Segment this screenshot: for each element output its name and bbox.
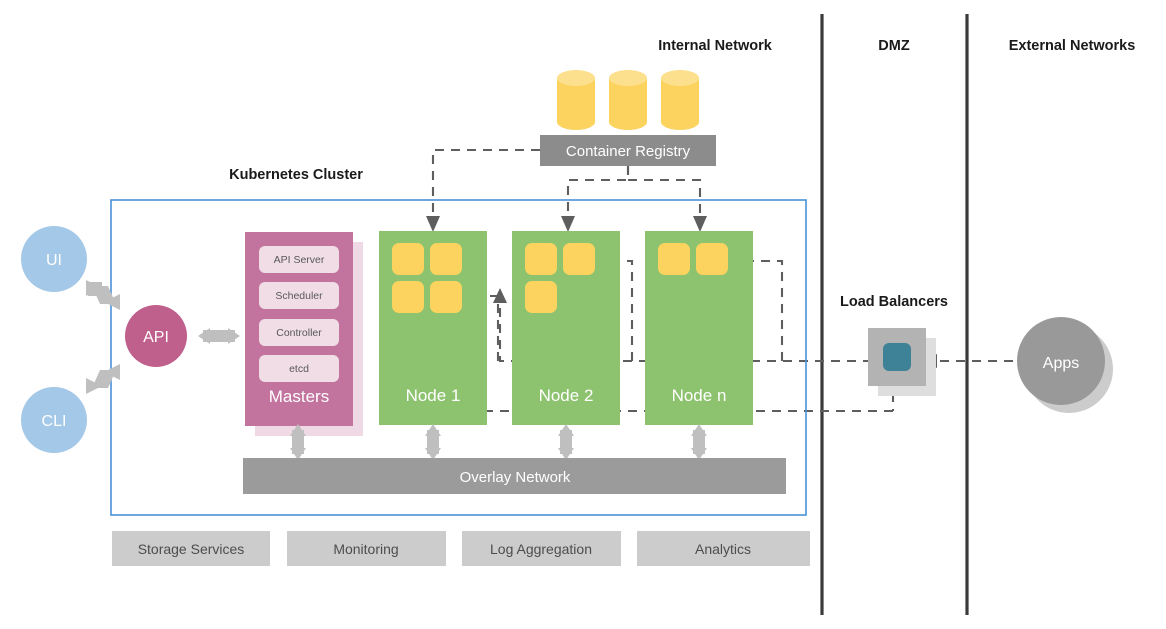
arrow-node1-overlay — [425, 424, 441, 460]
arrow-node2-overlay — [558, 424, 574, 460]
pod[interactable] — [392, 281, 424, 313]
arrow-noden-overlay — [691, 424, 707, 460]
arrowhead-registry-node1 — [426, 216, 440, 232]
registry-cylinder — [557, 70, 595, 130]
load-balancer-inner-icon — [883, 343, 911, 371]
pod[interactable] — [525, 243, 557, 275]
apps-label: Apps — [1043, 355, 1079, 372]
client-label-cli: CLI — [42, 413, 67, 430]
platform-service-label-monitoring: Monitoring — [333, 541, 398, 557]
node-1[interactable]: Node 1 — [379, 231, 487, 425]
node-2-label: Node 2 — [539, 386, 594, 405]
registry-cylinder — [609, 70, 647, 130]
masters-component-label-etcd: etcd — [289, 363, 309, 375]
overlay-network-label: Overlay Network — [460, 469, 571, 486]
pod[interactable] — [430, 281, 462, 313]
masters-label: Masters — [269, 387, 329, 406]
flow-registry-to-node2 — [566, 166, 630, 218]
arrowhead-registry-node2 — [561, 216, 575, 232]
zone-label-internal-network: Internal Network — [658, 38, 773, 54]
masters-component-label-scheduler: Scheduler — [275, 290, 323, 302]
registry-cylinder — [661, 70, 699, 130]
kubernetes-cluster-label: Kubernetes Cluster — [229, 167, 363, 183]
api-label: API — [143, 329, 169, 346]
platform-service-label-storage-services: Storage Services — [138, 541, 245, 557]
pod[interactable] — [525, 281, 557, 313]
masters-component-label-api-server: API Server — [274, 254, 325, 266]
registry-cylinder-group — [557, 70, 699, 130]
pod[interactable] — [696, 243, 728, 275]
client-label-ui: UI — [46, 252, 62, 269]
platform-service-label-analytics: Analytics — [695, 541, 751, 557]
arrow-ui-api — [86, 280, 120, 310]
platform-service-label-log-aggregation: Log Aggregation — [490, 541, 592, 557]
arrowhead-registry-noden — [693, 216, 707, 232]
container-registry-label: Container Registry — [566, 143, 691, 160]
zone-label-dmz: DMZ — [878, 38, 910, 54]
arrow-api-masters — [198, 328, 240, 344]
arrow-cli-api — [86, 364, 120, 394]
node-2[interactable]: Node 2 — [512, 231, 620, 425]
node-n[interactable]: Node n — [645, 231, 753, 425]
flow-registry-to-node1 — [431, 148, 540, 218]
pod[interactable] — [392, 243, 424, 275]
architecture-diagram: Internal Network DMZ External Networks C… — [21, 14, 1136, 615]
load-balancers-label: Load Balancers — [840, 294, 948, 310]
zone-label-external-networks: External Networks — [1009, 38, 1136, 54]
pod[interactable] — [430, 243, 462, 275]
node-1-label: Node 1 — [406, 386, 461, 405]
pod[interactable] — [658, 243, 690, 275]
masters-component-label-controller: Controller — [276, 327, 322, 339]
node-n-label: Node n — [672, 386, 727, 405]
flow-registry-to-noden — [628, 178, 702, 218]
pod[interactable] — [563, 243, 595, 275]
